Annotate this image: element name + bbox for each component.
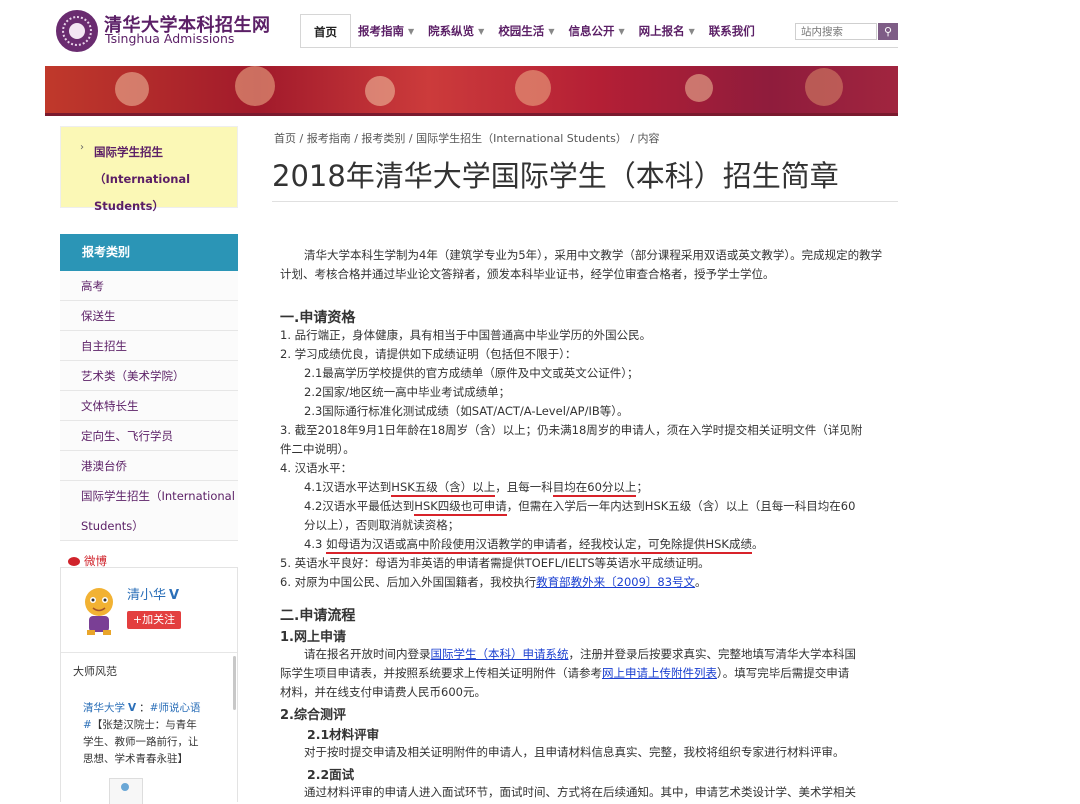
- search-input[interactable]: [795, 23, 877, 40]
- banner-stripe: [45, 113, 898, 116]
- section-process-title: 二.申请流程: [280, 608, 356, 624]
- intro-paragraph: 清华大学本科生学制为4年（建筑学专业为5年），采用中文教学（部分课程采用双语或英…: [280, 248, 883, 281]
- process-online-p1-line1: 请在报名开放时间内登录国际学生（本科）申请系统，注册并登录后按要求真实、完整地填…: [304, 647, 856, 661]
- eligibility-item-1: 1. 品行端正，身体健康，具有相当于中国普通高中毕业学历的外国公民。: [280, 328, 652, 342]
- process-evaluation-title: 2.综合测评: [280, 708, 346, 723]
- eligibility-item-5: 5. 英语水平良好：母语为非英语的申请者需提供TOEFL/IELTS等英语水平成…: [280, 556, 710, 570]
- application-system-link[interactable]: 国际学生（本科）申请系统: [431, 647, 569, 661]
- nav-online-registration[interactable]: 网上报名 ▼: [632, 14, 702, 48]
- category-gaokao[interactable]: 高考: [60, 271, 238, 301]
- category-international[interactable]: 国际学生招生（International Students）: [60, 481, 238, 541]
- weibo-feed-scrollbar[interactable]: [233, 656, 236, 710]
- weibo-post: 清华大学 V ：#师说心语#【张楚汉院士：与青年学生、教师一路前行，让思想、学术青春…: [83, 702, 201, 765]
- process-online-application-title: 1.网上申请: [280, 630, 346, 645]
- highlight-hsk5: HSK五级（含）以上: [391, 480, 496, 497]
- eligibility-item-4-2: 4.2汉语水平最低达到HSK四级也可申请，但需在入学后一年内达到HSK五级（含）…: [304, 498, 855, 516]
- nav-divider: [300, 47, 898, 48]
- current-section-label: 国际学生招生（International Students）: [94, 145, 191, 213]
- verified-icon: V: [128, 702, 137, 714]
- category-sports-arts-talent[interactable]: 文体特长生: [60, 391, 238, 421]
- eligibility-item-4-3: 4.3 如母语为汉语或高中阶段使用汉语教学的申请者，经我校认定，可免除提供HSK…: [304, 536, 763, 554]
- search-icon: ⚲: [883, 25, 893, 38]
- category-header: 报考类别: [60, 234, 238, 271]
- highlight-hsk-exemption: 如母语为汉语或高中阶段使用汉语教学的申请者，经我校认定，可免除提供HSK成绩: [325, 537, 752, 554]
- weibo-divider: [61, 652, 237, 653]
- eligibility-item-4: 4. 汉语水平：: [280, 461, 353, 475]
- weibo-feed-title: 大师风范: [73, 665, 117, 678]
- breadcrumb[interactable]: 首页 / 报考指南 / 报考类别 / 国际学生招生（International …: [274, 130, 660, 146]
- mascot-avatar[interactable]: [79, 584, 119, 636]
- title-divider: [272, 201, 898, 202]
- process-interview-text: 通过材料评审的申请人进入面试环节，面试时间、方式将在后续通知。其中，申请艺术类设…: [304, 785, 856, 799]
- nav-contact[interactable]: 联系我们: [702, 14, 762, 48]
- attachment-list-link[interactable]: 网上申请上传附件列表: [602, 666, 717, 680]
- current-section-box[interactable]: › 国际学生招生（International Students）: [60, 126, 238, 213]
- eligibility-item-2-3: 2.3国际通行标准化测试成绩（如SAT/ACT/A-Level/AP/IB等）。: [304, 404, 629, 418]
- section-eligibility-title: 一.申请资格: [280, 310, 356, 326]
- eligibility-item-2-1: 2.1最高学历学校提供的官方成绩单（原件及中文或英文公证件）；: [304, 366, 639, 380]
- highlight-60-points: 目均在60分以上: [552, 480, 637, 497]
- highlight-hsk4: HSK四级也可申请: [414, 499, 507, 516]
- category-list: 高考 保送生 自主招生 艺术类（美术学院） 文体特长生 定向生、飞行学员 港澳台…: [60, 271, 238, 541]
- weibo-post-thumbnail[interactable]: [109, 778, 143, 804]
- weibo-account-name[interactable]: 清小华 V: [127, 584, 179, 603]
- weibo-icon: [68, 557, 80, 566]
- nav-application-guide[interactable]: 报考指南 ▼: [351, 14, 421, 48]
- nav-info-disclosure[interactable]: 信息公开 ▼: [561, 14, 631, 48]
- process-online-p1-line3: 材料，并在线支付申请费人民币600元。: [280, 685, 486, 699]
- nav-departments[interactable]: 院系纵览 ▼: [421, 14, 491, 48]
- category-hk-macao-taiwan[interactable]: 港澳台侨: [60, 451, 238, 481]
- main-nav: 首页 报考指南 ▼ 院系纵览 ▼ 校园生活 ▼ 信息公开 ▼ 网上报名 ▼ 联系我们: [300, 14, 762, 48]
- eligibility-item-3-cont: 件二中说明）。: [280, 442, 355, 456]
- site-name-en[interactable]: Tsinghua Admissions: [105, 31, 234, 46]
- process-interview-title: 2.2面试: [307, 767, 355, 782]
- eligibility-item-6: 6. 对原为中国公民、后加入外国国籍者，我校执行教育部教外来〔2009〕83号文…: [280, 575, 707, 589]
- eligibility-item-4-2-cont: 分以上），否则取消就读资格；: [304, 518, 460, 532]
- nav-home[interactable]: 首页: [300, 14, 351, 48]
- category-directed-pilot[interactable]: 定向生、飞行学员: [60, 421, 238, 451]
- weibo-widget: 清小华 V +加关注 大师风范 清华大学 V ：#师说心语#【张楚汉院士：与青年学生、…: [60, 567, 238, 804]
- category-recommended[interactable]: 保送生: [60, 301, 238, 331]
- follow-button[interactable]: +加关注: [127, 611, 181, 629]
- chevron-down-icon: ▼: [618, 26, 625, 36]
- search-button[interactable]: ⚲: [878, 23, 898, 40]
- eligibility-item-2: 2. 学习成绩优良，请提供如下成绩证明（包括但不限于）：: [280, 347, 577, 361]
- eligibility-item-2-2: 2.2国家/地区统一高中毕业考试成绩单；: [304, 385, 511, 399]
- eligibility-item-3: 3. 截至2018年9月1日年龄在18周岁（含）以上；仍未满18周岁的申请人，须…: [280, 423, 863, 437]
- eligibility-item-4-1: 4.1汉语水平达到HSK五级（含）以上，且每一科目均在60分以上；: [304, 479, 648, 497]
- hero-banner: [45, 66, 898, 116]
- chevron-down-icon: ▼: [478, 26, 485, 36]
- nav-campus-life[interactable]: 校园生活 ▼: [491, 14, 561, 48]
- weibo-post-user[interactable]: 清华大学: [83, 702, 125, 714]
- weibo-post-text: 【张楚汉院士：与青年学生、教师一路前行，让思想、学术青春永驻】: [83, 719, 199, 765]
- process-material-review-text: 对于按时提交申请及相关证明附件的申请人，且申请材料信息真实、完整，我校将组织专家…: [304, 745, 845, 759]
- verified-icon: V: [169, 588, 180, 603]
- chevron-down-icon: ▼: [408, 26, 415, 36]
- chevron-down-icon: ▼: [688, 26, 695, 36]
- chevron-down-icon: ▼: [548, 26, 555, 36]
- process-material-review-title: 2.1材料评审: [307, 727, 380, 742]
- chevron-right-icon: ›: [80, 142, 84, 153]
- moe-document-link[interactable]: 教育部教外来〔2009〕83号文: [536, 575, 695, 589]
- page-title: 2018年清华大学国际学生（本科）招生简章: [272, 159, 839, 193]
- process-online-p1-line2: 际学生项目申请表，并按照系统要求上传相关证明附件（请参考网上申请上传附件列表）。…: [280, 666, 850, 680]
- tsinghua-logo[interactable]: [56, 10, 98, 52]
- category-independent[interactable]: 自主招生: [60, 331, 238, 361]
- category-arts[interactable]: 艺术类（美术学院）: [60, 361, 238, 391]
